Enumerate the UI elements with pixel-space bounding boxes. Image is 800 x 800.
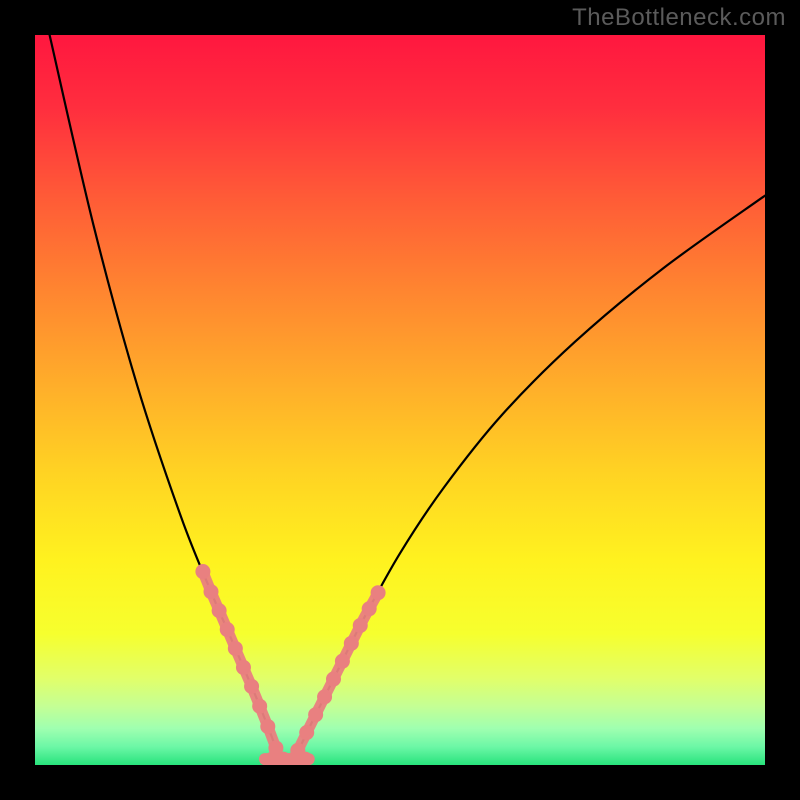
overlay-left-dot xyxy=(220,622,235,637)
overlay-left-dot xyxy=(212,603,227,618)
overlay-left-dot xyxy=(244,679,259,694)
overlay-right-dot xyxy=(335,654,350,669)
watermark-text: TheBottleneck.com xyxy=(572,4,786,32)
chart-container: TheBottleneck.com xyxy=(0,0,800,800)
curve-right-branch xyxy=(283,196,765,765)
overlay-right-dot xyxy=(308,707,323,722)
overlay-left-dot xyxy=(228,641,243,656)
overlay-left-dot xyxy=(260,719,275,734)
overlay-right-dot xyxy=(326,672,341,687)
curve-left-branch xyxy=(50,35,284,765)
curve-layer xyxy=(35,35,765,765)
overlay-left-dot xyxy=(236,660,251,675)
overlay-left-dot xyxy=(204,584,219,599)
overlay-left-dot xyxy=(252,699,267,714)
overlay-right-dot xyxy=(317,689,332,704)
overlay-right-dot xyxy=(371,585,386,600)
overlay-right-dot xyxy=(344,636,359,651)
overlay-right-dot xyxy=(299,725,314,740)
plot-area xyxy=(35,35,765,765)
overlay-right-dot xyxy=(353,618,368,633)
overlay-right-dot xyxy=(362,601,377,616)
overlay-left-dot xyxy=(195,564,210,579)
